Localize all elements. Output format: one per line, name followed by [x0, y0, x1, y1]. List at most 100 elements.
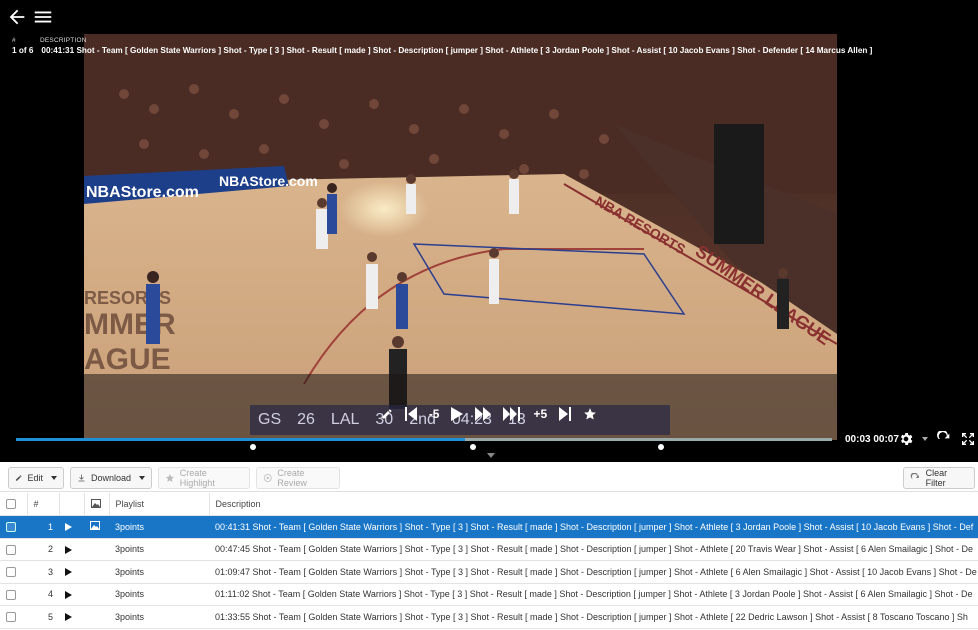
table-row[interactable]: 1 3points 00:41:31 Shot - Team [ Golden St…	[0, 515, 978, 539]
row-number: 2	[27, 538, 59, 561]
highlight-star-icon	[165, 473, 174, 482]
review-icon	[263, 474, 272, 482]
row-number: 4	[27, 583, 59, 606]
edit-button[interactable]: Edit	[8, 467, 64, 489]
row-select-cell[interactable]	[0, 538, 27, 561]
row-checkbox[interactable]	[6, 612, 16, 623]
row-playlist: 3points	[109, 583, 209, 606]
meta-description-label: DESCRIPTION	[40, 37, 87, 44]
clips-table: # Playlist Description 1 3points 00:41:31 …	[0, 493, 978, 629]
fullscreen-icon[interactable]	[960, 431, 976, 447]
court-ad-text-2: NBAStore.com	[219, 173, 318, 189]
row-select-cell[interactable]	[0, 560, 27, 584]
settings-gear-icon[interactable]	[898, 431, 914, 447]
table-row[interactable]: 2 3points 00:47:45 Shot - Team [ Golden St…	[0, 538, 978, 561]
play-icon[interactable]	[65, 523, 72, 532]
meta-hash-label: #	[12, 37, 16, 44]
next-clip-icon[interactable]	[503, 407, 521, 421]
download-label: Download	[90, 473, 131, 483]
header-select-all[interactable]	[0, 493, 28, 516]
table-header-row: # Playlist Description	[0, 493, 978, 516]
playback-controls: -5 +5	[0, 400, 978, 428]
row-checkbox[interactable]	[6, 522, 16, 533]
play-icon[interactable]	[65, 568, 72, 577]
clip-description: 00:41:31 Shot - Team [ Golden State Warr…	[41, 46, 873, 55]
skip-forward-icon[interactable]	[559, 407, 572, 421]
play-icon[interactable]	[65, 590, 72, 599]
header-playlist[interactable]: Playlist	[109, 493, 210, 516]
table-row[interactable]: 4 3points 01:11:02 Shot - Team [ Golden St…	[0, 583, 978, 606]
basketball-court-image: NBAStore.com NBAStore.com RESORTS MMER A…	[84, 34, 837, 440]
row-checkbox[interactable]	[6, 567, 16, 578]
create-review-label: Create Review	[277, 468, 307, 488]
fast-forward-icon[interactable]	[475, 407, 492, 421]
forward-5-button[interactable]: +5	[533, 407, 547, 421]
play-icon[interactable]	[451, 407, 464, 421]
skip-back-icon[interactable]	[404, 407, 417, 421]
back-arrow-icon[interactable]	[6, 6, 28, 28]
clip-position: 1 of 6	[12, 46, 34, 55]
row-play-cell[interactable]	[59, 605, 84, 629]
image-icon	[90, 498, 101, 508]
create-highlight-label: Create Highlight	[179, 468, 215, 488]
header-image	[84, 493, 110, 516]
toolbar: Edit Download Create Highlight Create Re…	[0, 462, 978, 492]
row-select-cell[interactable]	[0, 605, 27, 629]
row-playlist: 3points	[109, 560, 209, 584]
create-review-button[interactable]: Create Review	[256, 467, 340, 489]
star-icon[interactable]	[583, 407, 597, 421]
row-play-cell[interactable]	[59, 538, 84, 561]
edit-pencil-icon	[15, 475, 22, 481]
clip-meta: # DESCRIPTION 1 of 6 00:41:31 Shot - Tea…	[12, 36, 872, 56]
row-play-cell[interactable]	[59, 560, 84, 584]
table-row[interactable]: 5 3points 01:33:55 Shot - Team [ Golden St…	[0, 605, 978, 629]
table-row[interactable]: 3 3points 01:09:47 Shot - Team [ Golden St…	[0, 560, 978, 584]
row-description: 01:33:55 Shot - Team [ Golden State Warr…	[209, 605, 978, 629]
court-logo-text-2: MMER	[84, 308, 176, 341]
row-select-cell[interactable]	[0, 515, 27, 539]
court-logo-text-3: AGUE	[84, 343, 171, 376]
edit-caret-icon	[51, 476, 57, 480]
clip-marker[interactable]	[657, 444, 664, 450]
play-icon[interactable]	[65, 613, 72, 622]
row-playlist: 3points	[109, 605, 209, 629]
pencil-icon[interactable]	[381, 408, 393, 420]
clip-marker[interactable]	[469, 444, 476, 450]
settings-caret-icon[interactable]	[922, 436, 928, 442]
header-description[interactable]: Description	[209, 493, 978, 516]
row-checkbox[interactable]	[6, 589, 16, 600]
row-checkbox[interactable]	[6, 544, 16, 555]
row-playlist: 3points	[109, 538, 209, 561]
row-description: 00:41:31 Shot - Team [ Golden State Warr…	[209, 515, 978, 539]
play-icon[interactable]	[65, 545, 72, 554]
row-play-cell[interactable]	[59, 515, 84, 539]
row-playlist: 3points	[109, 515, 209, 539]
row-play-cell[interactable]	[59, 583, 84, 606]
select-all-checkbox[interactable]	[6, 499, 16, 510]
clear-filter-label: Clear Filter	[925, 468, 948, 488]
row-image-cell	[84, 515, 109, 539]
video-frame[interactable]: NBAStore.com NBAStore.com RESORTS MMER A…	[84, 34, 837, 440]
row-select-cell[interactable]	[0, 583, 27, 606]
download-button[interactable]: Download	[70, 467, 152, 489]
row-image-cell	[84, 538, 109, 561]
player-right-controls	[898, 431, 976, 447]
download-caret-icon	[139, 476, 145, 480]
row-image-cell	[84, 560, 109, 584]
rewind-5-button[interactable]: -5	[429, 407, 440, 421]
progress-fill	[16, 438, 465, 441]
row-number: 1	[27, 515, 59, 539]
row-image-cell	[84, 583, 109, 606]
collapse-caret-icon[interactable]	[487, 453, 495, 458]
clear-filter-button[interactable]: Clear Filter	[903, 467, 975, 489]
row-number: 3	[27, 560, 59, 584]
image-icon	[90, 521, 100, 531]
create-highlight-button[interactable]: Create Highlight	[158, 467, 250, 489]
clip-marker[interactable]	[249, 444, 256, 450]
hamburger-menu-icon[interactable]	[32, 6, 54, 28]
row-number: 5	[27, 605, 59, 629]
reload-icon[interactable]	[936, 431, 952, 447]
row-description: 00:47:45 Shot - Team [ Golden State Warr…	[209, 538, 978, 561]
header-num[interactable]: #	[27, 493, 60, 516]
progress-bar[interactable]	[16, 438, 832, 441]
